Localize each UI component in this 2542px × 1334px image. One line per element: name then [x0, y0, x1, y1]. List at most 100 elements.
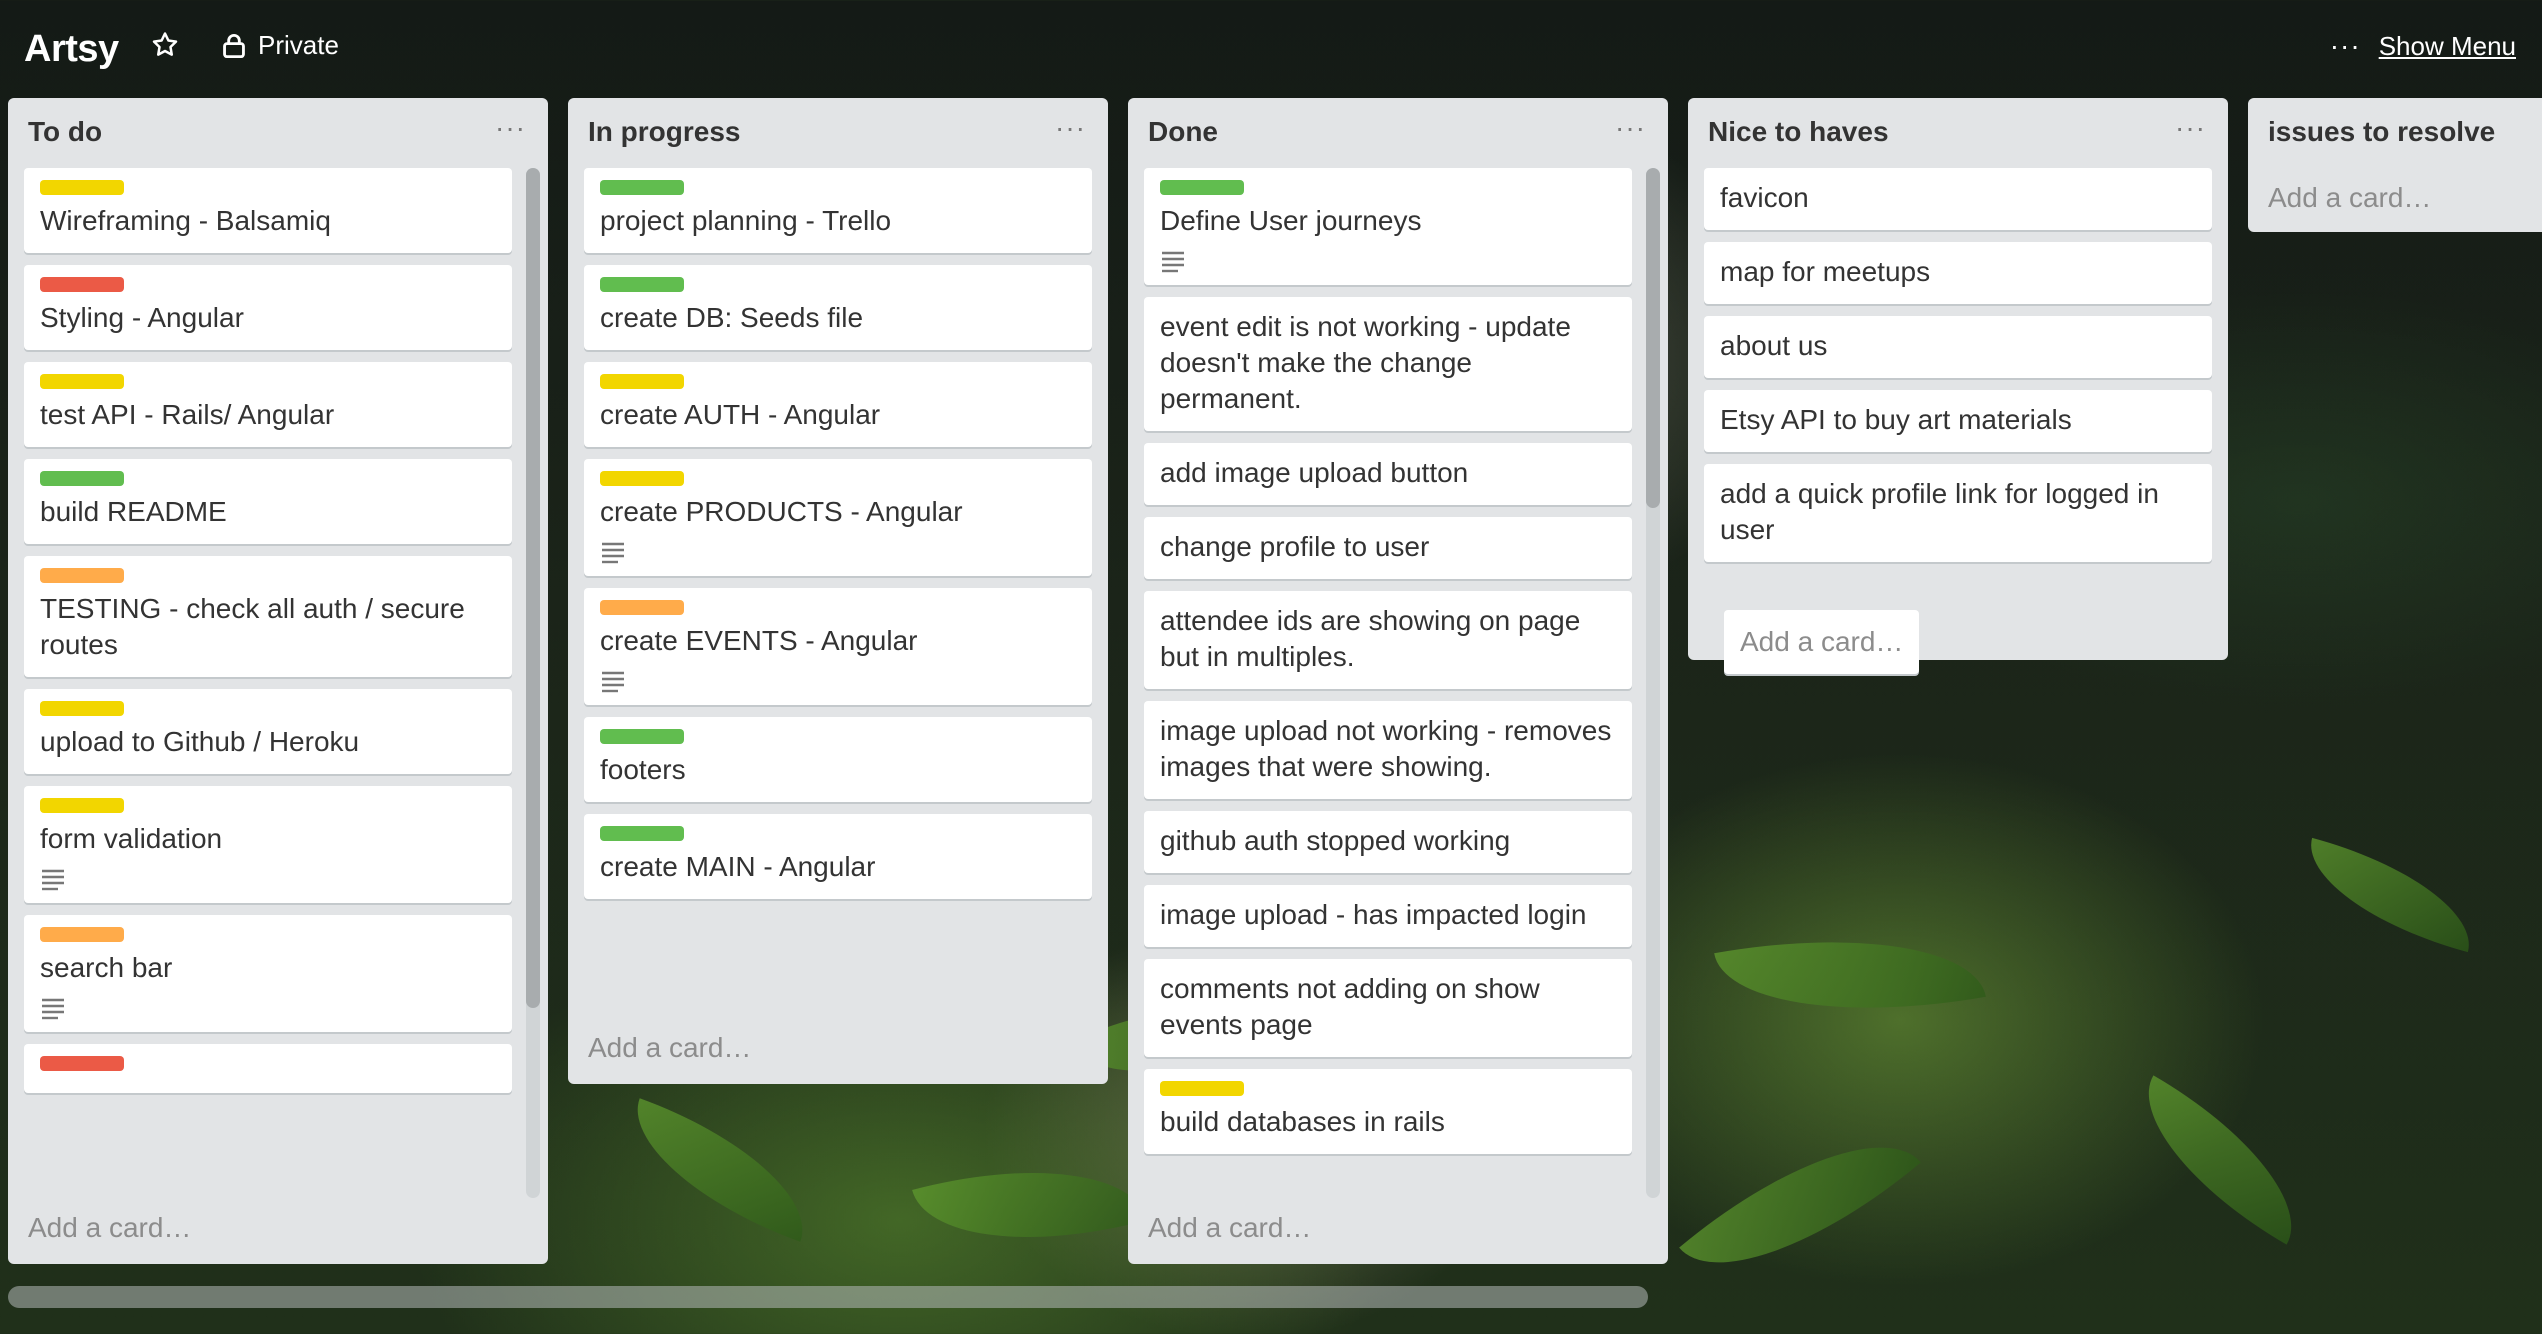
card[interactable]: search bar [24, 915, 512, 1032]
card-title: add a quick profile link for logged in u… [1720, 478, 2159, 545]
card[interactable]: build databases in rails [1144, 1069, 1632, 1154]
card[interactable]: build README [24, 459, 512, 544]
card[interactable]: project planning - Trello [584, 168, 1092, 253]
card-title: Define User journeys [1160, 205, 1422, 236]
card-title: image upload not working - removes image… [1160, 715, 1612, 782]
add-card-button[interactable]: Add a card… [588, 1032, 751, 1064]
ellipsis-icon[interactable]: ··· [1615, 112, 1646, 144]
card[interactable]: attendee ids are showing on page but in … [1144, 591, 1632, 689]
horizontal-scrollbar[interactable] [8, 1286, 1648, 1308]
card-title: change profile to user [1160, 531, 1430, 562]
card-label-orange [40, 927, 124, 942]
card-label-green [600, 277, 684, 292]
card-title: build README [40, 496, 227, 527]
board-name[interactable]: Artsy [24, 28, 119, 71]
card-label-green [600, 180, 684, 195]
card[interactable]: change profile to user [1144, 517, 1632, 579]
add-card-button[interactable]: Add a card… [1148, 1212, 1311, 1244]
description-icon [600, 667, 626, 693]
card-label-red [40, 1056, 124, 1071]
card[interactable]: TESTING - check all auth / secure routes [24, 556, 512, 677]
card-label-orange [600, 600, 684, 615]
card-title: event edit is not working - update doesn… [1160, 311, 1571, 414]
list-header: To do ··· [8, 98, 548, 168]
card-title: create MAIN - Angular [600, 851, 876, 882]
list-title[interactable]: Nice to haves [1708, 116, 1889, 148]
card[interactable]: image upload not working - removes image… [1144, 701, 1632, 799]
card-label-red [40, 277, 124, 292]
ellipsis-icon[interactable]: ··· [1055, 112, 1086, 144]
card[interactable]: footers [584, 717, 1092, 802]
card[interactable]: event edit is not working - update doesn… [1144, 297, 1632, 431]
ellipsis-icon[interactable]: ··· [2175, 112, 2206, 144]
card-label-green [600, 826, 684, 841]
list-title[interactable]: issues to resolve [2268, 116, 2495, 148]
card[interactable]: form validation [24, 786, 512, 903]
list-title[interactable]: In progress [588, 116, 740, 148]
list-issues-to-resolve: issues to resolve Add a card… [2248, 98, 2542, 232]
card[interactable]: add a quick profile link for logged in u… [1704, 464, 2212, 562]
privacy-button[interactable]: Private [222, 30, 339, 61]
card-label-green [1160, 180, 1244, 195]
description-icon [40, 994, 66, 1020]
list-header: issues to resolve [2248, 98, 2542, 168]
card-label-green [600, 729, 684, 744]
card-title: Etsy API to buy art materials [1720, 404, 2072, 435]
card-list: Wireframing - Balsamiq Styling - Angular t… [8, 168, 548, 1194]
list-done: Done ··· Define User journeys event edit … [1128, 98, 1668, 1264]
card[interactable]: create EVENTS - Angular [584, 588, 1092, 705]
card[interactable]: upload to Github / Heroku [24, 689, 512, 774]
list-in-progress: In progress ··· project planning - Trell… [568, 98, 1108, 1084]
card-list: project planning - Trello create DB: Seed… [568, 168, 1108, 1008]
card-title: project planning - Trello [600, 205, 892, 236]
card[interactable]: Wireframing - Balsamiq [24, 168, 512, 253]
show-menu-label: Show Menu [2378, 30, 2516, 61]
card-title: map for meetups [1720, 256, 1931, 287]
card-label-green [40, 471, 124, 486]
card-label-yellow [40, 701, 124, 716]
vertical-scrollbar[interactable] [526, 168, 540, 1198]
list-title[interactable]: To do [28, 116, 102, 148]
list-title[interactable]: Done [1148, 116, 1218, 148]
card-title: Styling - Angular [40, 302, 244, 333]
card[interactable]: create MAIN - Angular [584, 814, 1092, 899]
card[interactable]: Define User journeys [1144, 168, 1632, 285]
card[interactable]: github auth stopped working [1144, 811, 1632, 873]
card[interactable]: create AUTH - Angular [584, 362, 1092, 447]
card[interactable]: image upload - has impacted login [1144, 885, 1632, 947]
board-header: Artsy Private ··· Show Menu [0, 0, 2542, 100]
card[interactable]: test API - Rails/ Angular [24, 362, 512, 447]
card[interactable]: create DB: Seeds file [584, 265, 1092, 350]
scrollbar-thumb[interactable] [526, 168, 540, 1008]
card[interactable]: favicon [1704, 168, 2212, 230]
card-title: Wireframing - Balsamiq [40, 205, 331, 236]
list-header: Done ··· [1128, 98, 1668, 168]
add-card-button[interactable]: Add a card… [2268, 182, 2431, 214]
card[interactable]: comments not adding on show events page [1144, 959, 1632, 1057]
card-title: test API - Rails/ Angular [40, 399, 335, 430]
description-icon [40, 865, 66, 891]
card-title: create AUTH - Angular [600, 399, 881, 430]
scrollbar-thumb[interactable] [1646, 168, 1660, 508]
card-title: search bar [40, 952, 173, 983]
vertical-scrollbar[interactable] [1646, 168, 1660, 1198]
card[interactable] [24, 1044, 512, 1093]
description-icon [1160, 247, 1186, 273]
card[interactable]: create PRODUCTS - Angular [584, 459, 1092, 576]
card-title: TESTING - check all auth / secure routes [40, 593, 465, 660]
card-title: image upload - has impacted login [1160, 899, 1587, 930]
card[interactable]: add image upload button [1144, 443, 1632, 505]
add-card-button[interactable]: Add a card… [1724, 610, 1920, 674]
list-header: Nice to haves ··· [1688, 98, 2228, 168]
card[interactable]: map for meetups [1704, 242, 2212, 304]
card-title: create DB: Seeds file [600, 302, 864, 333]
card-title: create EVENTS - Angular [600, 625, 918, 656]
card[interactable]: about us [1704, 316, 2212, 378]
card[interactable]: Styling - Angular [24, 265, 512, 350]
ellipsis-icon[interactable]: ··· [495, 112, 526, 144]
add-card-button[interactable]: Add a card… [28, 1212, 191, 1244]
card[interactable]: Etsy API to buy art materials [1704, 390, 2212, 452]
show-menu-button[interactable]: ··· Show Menu [2330, 30, 2516, 62]
card-title: form validation [40, 823, 223, 854]
star-board-button[interactable] [150, 30, 180, 60]
